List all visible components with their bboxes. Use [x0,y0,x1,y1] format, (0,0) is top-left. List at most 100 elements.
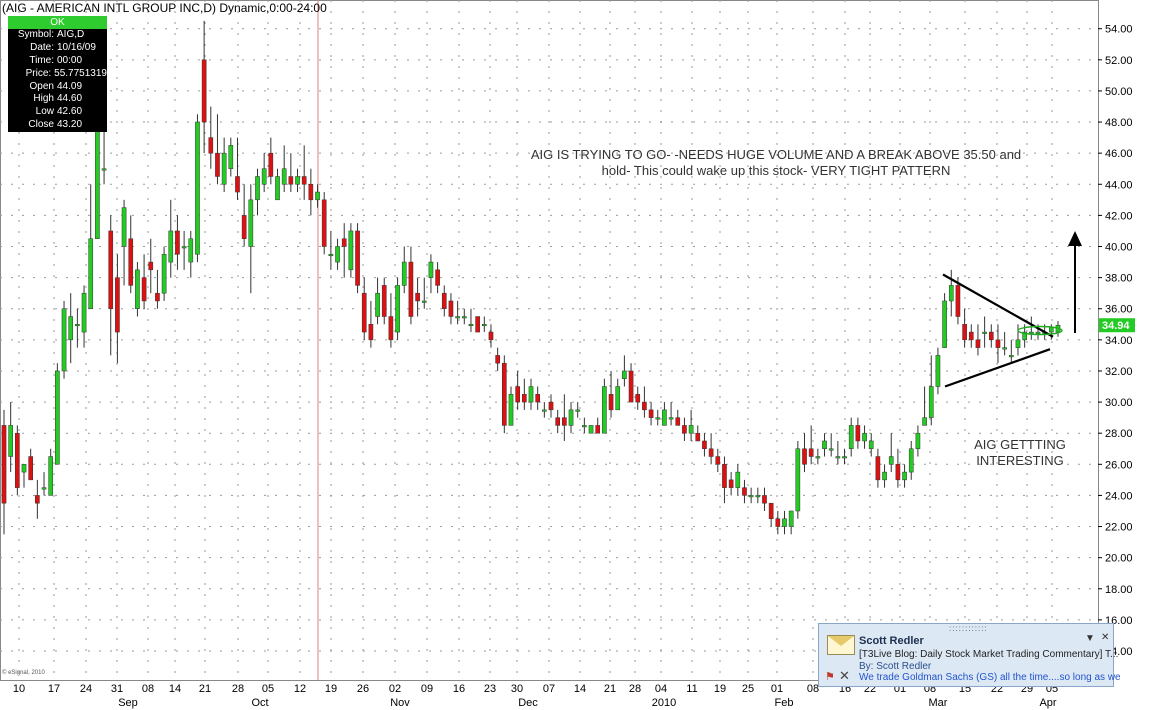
candle-body [682,425,687,434]
x-tick-label: 01 [771,683,783,695]
candle-body [28,456,34,481]
info-key: Close [28,119,54,131]
x-month-label: Mar [929,697,948,709]
delete-icon[interactable]: ✕ [839,668,850,684]
notification-preview[interactable]: We trade Goldman Sachs (GS) all the time… [859,672,1121,683]
candle-body [675,417,681,426]
x-month-label: Sep [118,697,138,709]
info-key: Time: [29,54,54,66]
candle-body [88,238,94,309]
x-tick-label: 25 [742,683,754,695]
candle-body [301,176,307,185]
last-price-label: 34.94 [1102,320,1130,332]
candle-body [1,425,7,504]
candle-body [461,316,467,319]
x-tick-label: 28 [232,683,244,695]
candle-body [188,238,194,263]
candle-body [802,448,807,465]
candle-body [395,285,400,333]
notification-subject: [T3Live Blog: Daily Stock Market Trading… [859,649,1119,660]
options-dropdown-icon[interactable]: ▼ [1085,633,1095,644]
candle-body [375,292,380,317]
candle-body [335,246,340,263]
candle-body [868,440,874,450]
y-tick-label: 28.00 [1105,428,1133,440]
candle-body [908,448,914,473]
x-tick-label: 14 [574,683,586,695]
candle-body [288,176,294,185]
info-value: 00:00 [57,54,83,66]
x-tick-label: 21 [199,683,211,695]
candle-body [895,464,901,481]
info-value: 43.20 [57,119,83,131]
candle-body [848,425,854,450]
candle-body [655,417,661,420]
x-tick-label: 17 [48,683,60,695]
y-tick-label: 26.00 [1105,459,1133,471]
candle-body [968,331,974,341]
chart-annotation-secondary: AIG GETTTING INTERESTING [960,437,1080,469]
candle-body [148,261,154,271]
x-tick-label: 04 [655,683,667,695]
candle-body [595,425,601,434]
candle-body [75,324,80,327]
chart-gridlines [0,0,1099,681]
candlestick-chart: 14.0016.0018.0020.0022.0024.0026.0028.00… [0,0,1135,709]
candle-body [635,394,641,403]
notification-sender: Scott Redler [859,635,924,647]
candle-body [788,510,794,527]
candle-body [548,401,554,411]
candle-body [795,448,801,512]
candle-body [835,456,841,459]
popup-grip[interactable]: :::::::::::: [949,624,988,633]
candle-body [221,152,227,185]
candle-body [328,254,334,257]
candle-body [428,261,434,278]
flag-icon[interactable]: ⚑ [825,670,835,683]
candle-body [928,386,934,418]
chart-annotation-main: AIG IS TRYING TO GO- -NEEDS HUGE VOLUME … [496,147,1056,179]
candle-body [55,370,60,465]
candle-body [368,324,374,341]
candle-body [475,316,480,333]
candle-body [468,324,474,327]
info-value: 55.7751319 [54,67,107,79]
annotation-line: INTERESTING [976,453,1064,468]
info-value: 10/16/09 [57,41,96,53]
info-value: 44.09 [57,80,83,92]
candle-body [755,495,761,498]
candle-body [715,456,721,465]
candle-body [321,199,327,247]
email-notification-popup[interactable]: :::::::::::: Scott Redler ▼ ✕ [T3Live Bl… [818,623,1121,687]
x-month-label: 2010 [652,697,676,709]
y-tick-label: 40.00 [1105,242,1133,254]
candle-body [842,456,847,459]
info-value: AIG,D [57,29,85,40]
candle-body [101,168,107,171]
candle-body [828,448,834,451]
candle-body [1049,327,1054,333]
candle-body [208,137,214,154]
candle-body [348,230,354,271]
info-key: High [33,93,54,105]
x-tick-label: 08 [142,683,154,695]
close-icon[interactable]: ✕ [1101,632,1109,643]
info-key: Symbol: [17,29,54,40]
candle-body [735,471,741,488]
candle-body [228,145,234,169]
x-tick-label: 19 [325,683,337,695]
x-tick-label: 16 [453,683,465,695]
candle-body [602,386,607,434]
y-tick-label: 50.00 [1105,86,1133,98]
candle-body [988,331,994,341]
y-tick-label: 46.00 [1105,148,1133,160]
x-tick-label: 14 [169,683,181,695]
candle-body [695,432,701,442]
candle-body [955,285,961,317]
annotation-line: AIG GETTTING [974,437,1066,452]
notification-author: By: Scott Redler [859,661,932,672]
candle-body [455,316,460,319]
candle-body [728,479,734,488]
candle-body [48,456,54,496]
candle-body [68,316,74,341]
